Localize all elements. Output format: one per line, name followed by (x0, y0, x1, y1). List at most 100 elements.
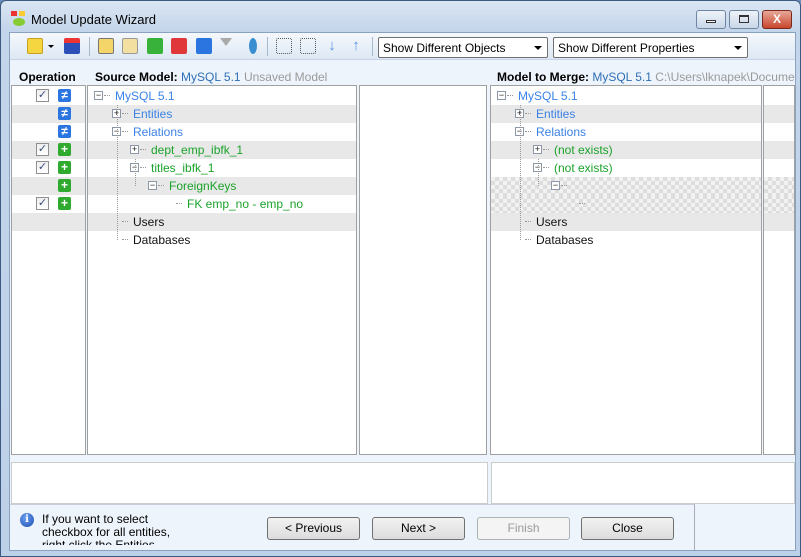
tree-node-label: Databases (536, 233, 594, 247)
tree-connector (122, 113, 128, 114)
tree-connector (525, 113, 531, 114)
tree-node[interactable]: + Entities (88, 105, 356, 123)
tree-connector (507, 95, 513, 96)
synchronize-icon[interactable] (249, 38, 257, 54)
row-checkbox[interactable]: ✓ (36, 161, 49, 174)
tree-connector (158, 185, 164, 186)
tree-connector (525, 239, 531, 240)
tree-node[interactable]: − (not exists) (491, 159, 761, 177)
tree-connector (140, 167, 146, 168)
check-added-icon[interactable] (147, 38, 163, 54)
tree-node-label: Relations (536, 125, 587, 139)
select-all-icon[interactable] (98, 38, 114, 54)
check-removed-icon[interactable] (171, 38, 187, 54)
window-title: Model Update Wizard (31, 12, 156, 27)
tree-node[interactable]: Users (88, 213, 356, 231)
open-dropdown-icon[interactable] (48, 45, 54, 48)
tree-node[interactable]: − Relations (491, 123, 761, 141)
filter-icon[interactable] (220, 38, 232, 50)
tree-node-label: MySQL 5.1 (518, 89, 578, 103)
merge-tree[interactable]: − MySQL 5.1 + Entities − Relations + (not exist… (490, 85, 762, 455)
tree-node-label: titles_ibfk_1 (151, 161, 215, 175)
close-window-button[interactable]: X (762, 10, 792, 29)
tree-connector (561, 185, 567, 186)
maximize-button[interactable] (729, 10, 759, 29)
source-name: MySQL 5.1 (181, 70, 241, 84)
chevron-down-icon (734, 46, 742, 50)
operation-row: ✓ + (12, 141, 85, 159)
add-operation-icon: + (58, 179, 71, 192)
row-checkbox[interactable]: ✓ (36, 197, 49, 210)
finish-button[interactable]: Finish (477, 517, 570, 540)
move-up-icon[interactable]: ↑ (348, 38, 364, 54)
info-text: If you want to select checkbox for all e… (42, 513, 171, 545)
add-operation-icon: + (58, 197, 71, 210)
tree-node[interactable]: Users (491, 213, 761, 231)
tree-node[interactable]: − (491, 177, 761, 195)
source-label: Source Model: (95, 70, 178, 84)
properties-filter-select[interactable]: Show Different Properties (553, 37, 748, 58)
deselect-all-icon[interactable] (122, 38, 138, 54)
tree-node[interactable]: + (not exists) (491, 141, 761, 159)
tree-node[interactable]: + dept_emp_ibfk_1 (88, 141, 356, 159)
tree-node[interactable]: − MySQL 5.1 (491, 87, 761, 105)
collapse-all-icon[interactable] (276, 38, 292, 54)
info-icon: i (20, 513, 34, 527)
source-tree[interactable]: − MySQL 5.1 + Entities − Relations + dept_emp_i… (87, 85, 357, 455)
check-changed-icon[interactable] (196, 38, 212, 54)
collapse-icon[interactable]: − (148, 181, 157, 190)
operation-row (12, 213, 85, 231)
source-details-panel (11, 462, 488, 504)
tree-node-label: MySQL 5.1 (115, 89, 175, 103)
merge-properties-panel (763, 85, 795, 455)
save-icon[interactable] (64, 38, 80, 54)
tree-node-label: dept_emp_ibfk_1 (151, 143, 244, 157)
operation-row: ≠ (12, 123, 85, 141)
previous-button[interactable]: < Previous (267, 517, 360, 540)
source-properties-panel (359, 85, 487, 455)
tree-node-label: (not exists) (554, 143, 613, 157)
tree-node[interactable]: − Relations (88, 123, 356, 141)
tree-connector (579, 203, 585, 204)
open-import-icon[interactable] (27, 38, 43, 54)
row-checkbox[interactable]: ✓ (36, 143, 49, 156)
divider (694, 504, 695, 550)
tree-line (538, 159, 539, 186)
close-button[interactable]: Close (581, 517, 674, 540)
tree-node[interactable]: − titles_ibfk_1 (88, 159, 356, 177)
add-operation-icon: + (58, 143, 71, 156)
minimize-button[interactable] (696, 10, 726, 29)
collapse-icon[interactable]: − (551, 181, 560, 190)
move-down-icon[interactable]: ↓ (324, 38, 340, 54)
tree-line (117, 105, 118, 240)
property-row (764, 231, 794, 249)
collapse-icon[interactable]: − (94, 91, 103, 100)
tree-node[interactable]: − MySQL 5.1 (88, 87, 356, 105)
divider (10, 504, 694, 505)
tree-node[interactable]: FK emp_no - emp_no (88, 195, 356, 213)
expand-icon[interactable]: + (533, 145, 542, 154)
row-checkbox[interactable]: ✓ (36, 89, 49, 102)
operation-row: ≠ (12, 105, 85, 123)
property-row (764, 213, 794, 231)
add-operation-icon: + (58, 161, 71, 174)
objects-filter-select[interactable]: Show Different Objects (378, 37, 548, 58)
tree-node[interactable] (491, 195, 761, 213)
tree-node[interactable]: Databases (88, 231, 356, 249)
tree-node-label: Entities (536, 107, 576, 121)
operation-row: ✓ ≠ (12, 87, 85, 105)
tree-node-label: Users (133, 215, 165, 229)
tree-connector (122, 239, 128, 240)
next-button[interactable]: Next > (372, 517, 465, 540)
collapse-icon[interactable]: − (497, 91, 506, 100)
tree-node-label: Entities (133, 107, 173, 121)
property-row (764, 123, 794, 141)
expand-icon[interactable]: + (130, 145, 139, 154)
expand-all-icon[interactable] (300, 38, 316, 54)
operation-row: + (12, 177, 85, 195)
toolbar-separator (89, 37, 90, 56)
tree-node[interactable]: + Entities (491, 105, 761, 123)
tree-node[interactable]: Databases (491, 231, 761, 249)
tree-node[interactable]: − ForeignKeys (88, 177, 356, 195)
toolbar: ↓ ↑ Show Different Objects Show Differen… (10, 33, 795, 60)
